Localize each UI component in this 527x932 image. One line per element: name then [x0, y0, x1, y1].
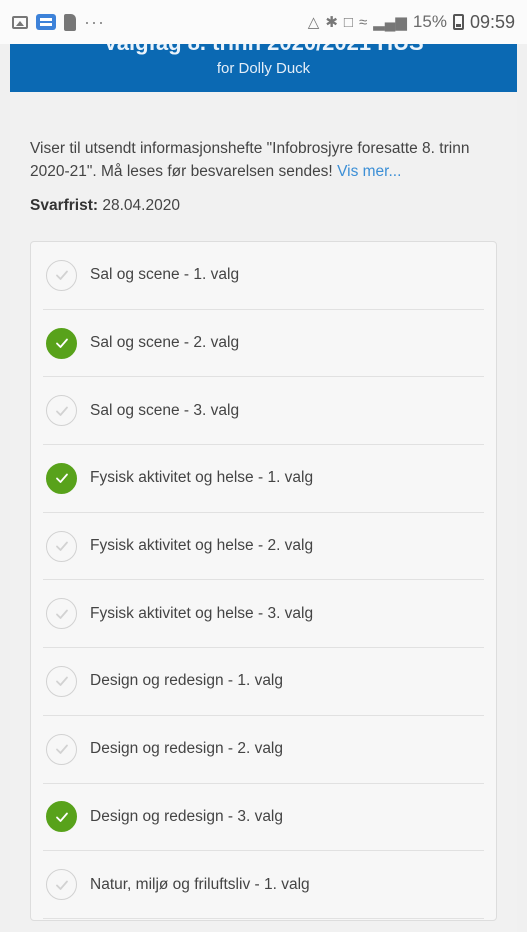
choice-item[interactable]: Design og redesign - 1. valg — [43, 648, 484, 716]
main-content: Viser til utsendt informasjonshefte "Inf… — [10, 92, 517, 932]
deadline-label: Svarfrist: — [30, 197, 99, 214]
sim-status-icon: □ — [343, 13, 353, 31]
choice-label: Sal og scene - 3. valg — [90, 401, 240, 419]
choice-label: Fysisk aktivitet og helse - 1. valg — [90, 469, 314, 487]
battery-icon — [452, 14, 464, 30]
choice-label: Fysisk aktivitet og helse - 2. valg — [90, 537, 314, 555]
choice-label: Sal og scene - 2. valg — [90, 334, 240, 352]
chat-notification-icon — [36, 14, 56, 30]
clock: 09:59 — [469, 11, 515, 32]
unchecked-circle-icon[interactable] — [46, 395, 77, 427]
show-more-link[interactable]: Vis mer... — [337, 163, 401, 180]
choice-label: Natur, miljø og friluftsliv - 1. valg — [90, 875, 310, 893]
choice-label: Design og redesign - 2. valg — [90, 740, 284, 758]
choice-label: Fysisk aktivitet og helse - 3. valg — [90, 604, 314, 622]
unchecked-circle-icon[interactable] — [46, 530, 77, 562]
choice-list: Sal og scene - 1. valg Sal og scene - 2. … — [30, 241, 497, 921]
signal-icon: ▂▄▆ — [373, 14, 407, 31]
sim-card-icon — [64, 13, 76, 31]
unchecked-circle-icon[interactable] — [46, 665, 77, 697]
choice-item[interactable]: Sal og scene - 2. valg — [43, 310, 484, 378]
unchecked-circle-icon[interactable] — [46, 259, 77, 291]
choice-item[interactable]: Fysisk aktivitet og helse - 1. valg — [43, 445, 484, 513]
network-icon: △ — [307, 14, 320, 31]
unchecked-circle-icon[interactable] — [46, 733, 77, 765]
intro-text: Viser til utsendt informasjonshefte "Inf… — [30, 137, 497, 183]
more-notifications-icon: ··· — [84, 11, 105, 32]
choice-item[interactable]: Design og redesign - 3. valg — [43, 784, 484, 852]
unchecked-circle-icon[interactable] — [46, 869, 77, 901]
choice-item[interactable]: Fysisk aktivitet og helse - 3. valg — [43, 580, 484, 649]
battery-percent: 15% — [412, 12, 447, 31]
choice-item[interactable]: Sal og scene - 1. valg — [43, 242, 484, 310]
gallery-notification-icon — [12, 15, 28, 29]
page-subtitle: for Dolly Duck — [216, 60, 311, 77]
deadline: Svarfrist: 28.04.2020 — [30, 197, 497, 215]
choice-label: Design og redesign - 1. valg — [90, 672, 284, 690]
status-bar: ··· △ ✱ □ ≈ ▂▄▆ 15% 09:59 — [0, 0, 527, 44]
choice-item[interactable]: Fysisk aktivitet og helse - 2. valg — [43, 513, 484, 581]
checked-circle-icon[interactable] — [46, 327, 77, 359]
choice-item[interactable]: Natur, miljø og friluftsliv - 1. valg — [43, 851, 484, 919]
wifi-icon: ≈ — [358, 13, 368, 31]
intro-body: Viser til utsendt informasjonshefte "Inf… — [30, 140, 470, 180]
checked-circle-icon[interactable] — [46, 801, 77, 833]
choice-label: Design og redesign - 3. valg — [90, 807, 284, 825]
checked-circle-icon[interactable] — [46, 462, 77, 494]
unchecked-circle-icon[interactable] — [46, 598, 77, 630]
bluetooth-icon: ✱ — [325, 14, 338, 31]
choice-item[interactable]: Design og redesign - 2. valg — [43, 716, 484, 784]
deadline-value: 28.04.2020 — [102, 197, 180, 214]
choice-item[interactable]: Sal og scene - 3. valg — [43, 377, 484, 446]
choice-label: Sal og scene - 1. valg — [90, 266, 240, 284]
